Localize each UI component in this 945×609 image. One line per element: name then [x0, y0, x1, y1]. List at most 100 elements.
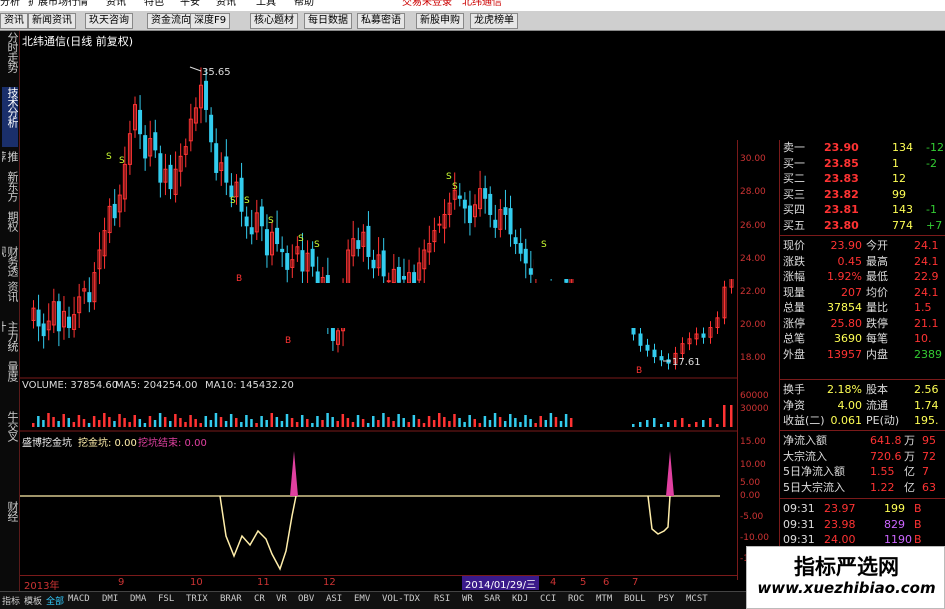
indicator-tab[interactable]: DMA — [130, 594, 146, 604]
candle — [503, 207, 508, 215]
indicator-tab[interactable]: ASI — [326, 594, 342, 604]
tab-item[interactable]: 新股申购 — [416, 13, 464, 29]
indicator-tab[interactable]: PSY — [658, 594, 674, 604]
volume-bar — [184, 422, 187, 427]
indicator-tab[interactable]: FSL — [158, 594, 174, 604]
indicator-tab[interactable]: KDJ — [512, 594, 528, 604]
indicator-axis-tick: -5.00 — [740, 512, 764, 522]
indicator-tab[interactable]: MTM — [596, 594, 612, 604]
indicator-pit-curve — [219, 495, 297, 571]
tab-item[interactable]: 每日数据 — [304, 13, 352, 29]
candle — [168, 164, 173, 190]
volume-bar — [539, 416, 542, 427]
menu-item[interactable]: 分析 — [0, 0, 20, 9]
signal-buy-marker: B — [636, 366, 642, 376]
tab-item[interactable]: 核心题材 — [250, 13, 298, 29]
timeline-label: 12 — [323, 577, 336, 588]
price-axis-tick: 18.00 — [740, 353, 766, 363]
tab-item[interactable]: 玖天咨询 — [85, 13, 133, 29]
flow-value: 1.55 — [870, 465, 895, 478]
candle — [153, 132, 158, 151]
indicator-tab[interactable]: 全部 — [46, 594, 64, 607]
tab-item[interactable]: 私募密语 — [357, 13, 405, 29]
tab-item[interactable]: 新闻资讯 — [28, 13, 76, 29]
left-tab[interactable]: 主力统计 — [2, 321, 18, 359]
stats-row: 外盘 13957 内盘 2389 — [780, 347, 945, 362]
indicator-tab[interactable]: 指标 — [2, 594, 20, 607]
candle — [652, 349, 657, 358]
divider — [780, 379, 945, 380]
price-axis-tick: 26.00 — [740, 221, 766, 231]
indicator-axis-tick: 10.00 — [740, 460, 766, 470]
volume-bar — [97, 420, 101, 427]
indicator-tab[interactable]: CR — [254, 594, 265, 604]
menu-item[interactable]: 帮助 — [294, 0, 314, 9]
left-tab[interactable]: 推荐 — [2, 151, 18, 169]
indicator-tab[interactable]: ROC — [568, 594, 584, 604]
indicator-tab[interactable]: EMV — [354, 594, 370, 604]
order-book-row: 卖一 23.90 134 -12 — [780, 140, 945, 155]
volume-bar — [209, 420, 213, 427]
left-tab[interactable]: 牛交叉 — [2, 411, 18, 499]
order-price: 23.80 — [824, 218, 859, 232]
indicator-pit-curve — [647, 495, 671, 535]
candle — [300, 250, 305, 272]
indicator-end-spike — [666, 451, 674, 496]
left-tab[interactable]: 资讯 — [2, 281, 18, 319]
tab-item[interactable]: 龙虎榜单 — [470, 13, 518, 29]
info-tab-bar: 资讯 新闻资讯 玖天咨询 资金流向 深度F9 核心题材 每日数据 私募密语 新股申购 龙虎榜单 — [0, 11, 945, 31]
left-tab[interactable]: 新东方 — [2, 171, 18, 209]
menu-item[interactable]: 扩展市场行情 — [28, 0, 88, 9]
volume-bar — [108, 417, 111, 427]
left-tab[interactable]: 财经 — [2, 501, 18, 587]
indicator-tab[interactable]: TRIX — [186, 594, 208, 604]
indicator-tab[interactable]: SAR — [484, 594, 500, 604]
volume-bar — [356, 415, 360, 427]
indicator-tab[interactable]: 模板 — [24, 594, 42, 607]
volume-bar — [702, 420, 705, 427]
volume-bar — [77, 415, 81, 427]
menu-item[interactable]: 资讯 — [106, 0, 126, 9]
volume-bar — [519, 422, 522, 427]
tab-item[interactable]: 资金流向 — [147, 13, 195, 29]
divider — [780, 235, 945, 236]
indicator-tab[interactable]: BOLL — [624, 594, 646, 604]
menu-item[interactable]: 工具 — [256, 0, 276, 9]
menu-item[interactable]: 平安 — [180, 0, 200, 9]
signal-sell-marker: S — [452, 182, 458, 192]
volume-bar — [514, 418, 517, 427]
menu-item[interactable]: 特色 — [144, 0, 164, 9]
left-tab[interactable]: 期权 — [2, 211, 18, 245]
left-tab[interactable]: 分时走势 — [2, 32, 18, 86]
volume-bar — [316, 416, 319, 427]
volume-ma5-label: MA5: 204254.00 — [115, 380, 198, 391]
volume-bar — [443, 417, 446, 427]
menu-item[interactable]: 资讯 — [216, 0, 236, 9]
volume-bar — [660, 424, 663, 427]
indicator-tab[interactable]: CCI — [540, 594, 556, 604]
volume-label: VOLUME: 37854.60 — [22, 380, 119, 391]
tab-item[interactable]: 资讯 — [0, 13, 28, 29]
left-tab[interactable]: 技术分析 — [2, 87, 18, 147]
candle — [659, 356, 664, 361]
kline-chart[interactable]: S SS SSSSSSSBBB35.6517.61 — [20, 31, 737, 575]
volume-bar — [569, 418, 573, 427]
indicator-tab[interactable]: MCST — [686, 594, 708, 604]
indicator-tab[interactable]: WR — [462, 594, 473, 604]
indicator-tab[interactable]: MACD — [68, 594, 90, 604]
volume-bar — [37, 416, 40, 427]
candle — [204, 80, 209, 110]
indicator-tab[interactable]: VR — [276, 594, 287, 604]
left-tab[interactable]: 量度 — [2, 361, 18, 409]
candle — [518, 243, 523, 254]
indicator-tab[interactable]: VOL-TDX — [382, 594, 420, 604]
left-tab[interactable]: 财务透视 — [2, 246, 18, 280]
indicator-tab[interactable]: DMI — [102, 594, 118, 604]
indicator-tab[interactable]: BRAR — [220, 594, 242, 604]
tab-item[interactable]: 深度F9 — [190, 13, 231, 29]
signal-buy-marker: B — [285, 336, 291, 346]
indicator-tab[interactable]: RSI — [434, 594, 450, 604]
volume-bar — [199, 423, 202, 427]
indicator-tab[interactable]: OBV — [298, 594, 314, 604]
volume-bar — [179, 418, 182, 427]
